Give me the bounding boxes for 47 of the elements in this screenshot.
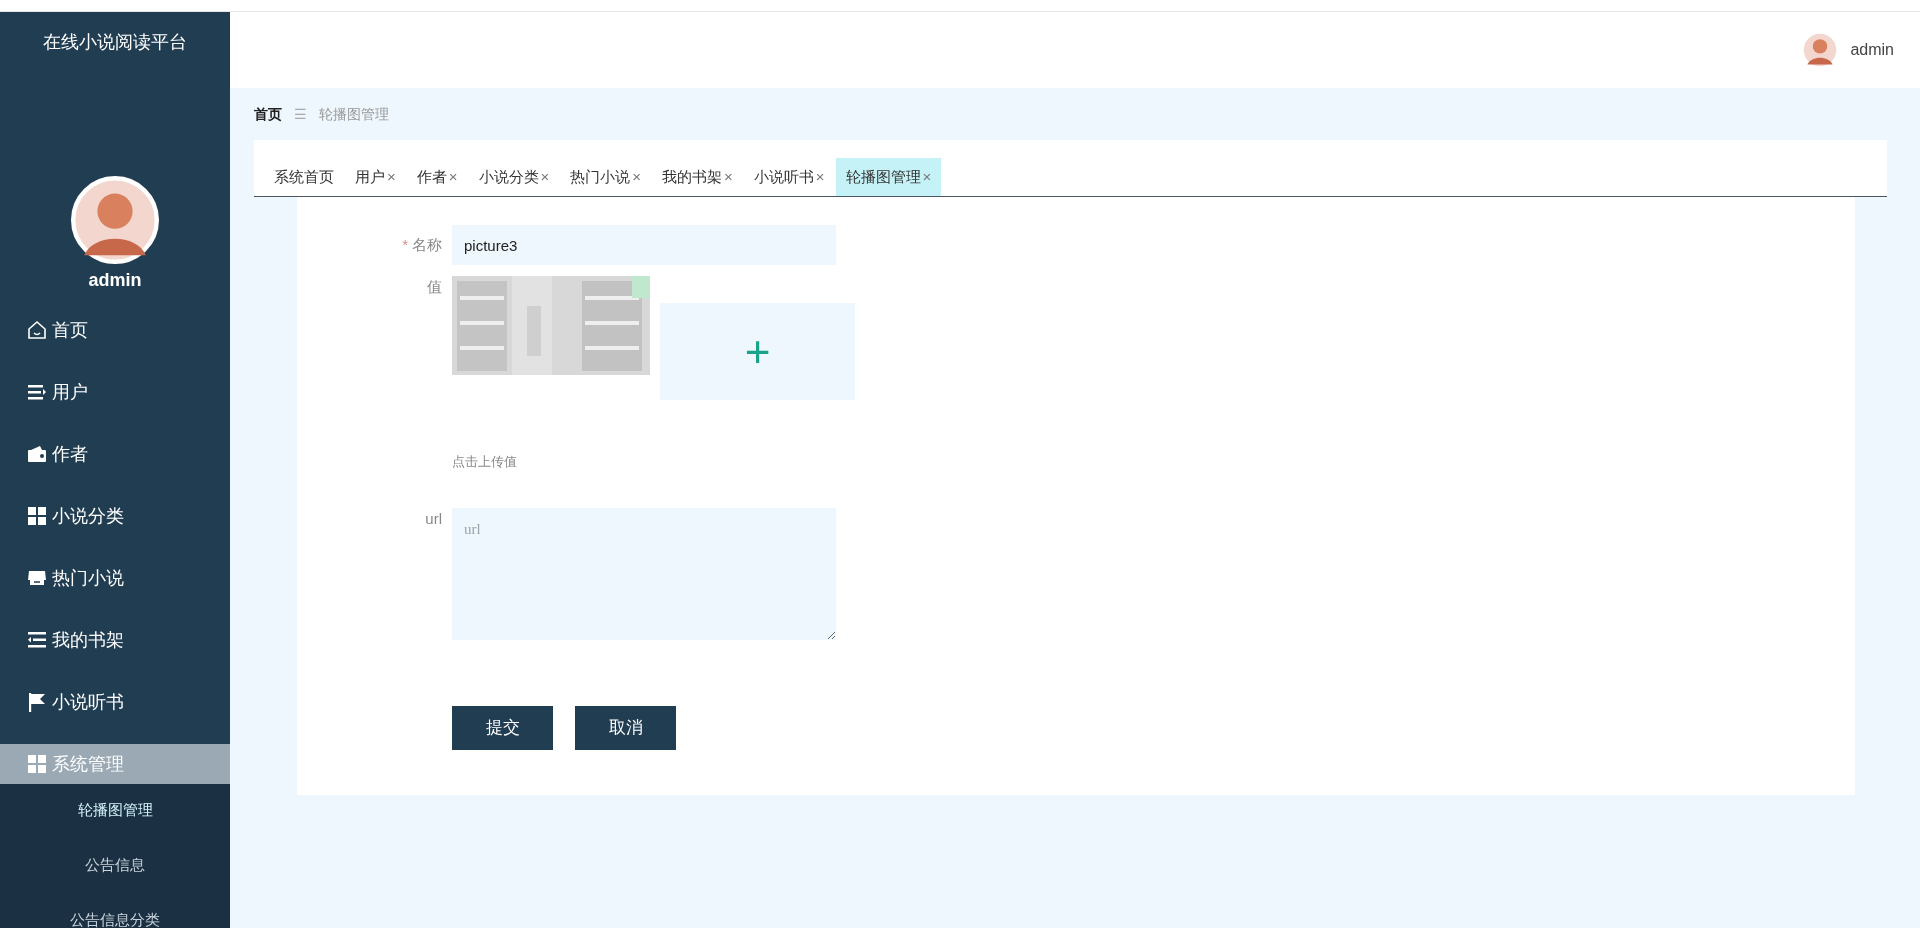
sidebar-item[interactable]: 小说听书 <box>0 682 230 722</box>
close-icon[interactable]: × <box>448 165 458 189</box>
sidebar-item[interactable]: 用户 <box>0 372 230 412</box>
tab[interactable]: 小说听书× <box>743 158 835 196</box>
field-label: 值 <box>427 278 442 295</box>
name-field[interactable]: picture3 <box>452 225 836 265</box>
field-label: url <box>425 509 442 527</box>
form-button[interactable]: 提交 <box>452 705 553 750</box>
close-icon[interactable]: × <box>724 165 733 189</box>
tab[interactable]: 轮播图管理× <box>835 158 942 196</box>
flag-icon <box>26 691 48 713</box>
breadcrumb-item: 轮播图管理 <box>319 104 389 124</box>
close-icon[interactable]: × <box>632 165 642 189</box>
tab[interactable]: 系统首页 <box>264 158 344 196</box>
app-title: 在线小说阅读平台 <box>42 30 188 54</box>
upload-hint: 点击上传值 <box>452 453 518 471</box>
close-icon[interactable]: × <box>922 165 932 189</box>
submenu-item[interactable]: 公告信息分类 <box>0 902 230 928</box>
sidebar-item[interactable]: 热门小说 <box>0 558 230 598</box>
submenu-item[interactable]: 轮播图管理 <box>0 792 230 847</box>
grid-icon <box>26 505 48 527</box>
url-field[interactable]: url <box>452 507 836 640</box>
close-icon[interactable]: × <box>815 165 825 189</box>
avatar <box>1802 32 1839 68</box>
user-name: admin <box>1850 40 1894 60</box>
breadcrumb-item[interactable]: 首页 <box>254 103 282 125</box>
home-icon <box>26 319 48 341</box>
grid-icon <box>26 753 48 775</box>
form-button[interactable]: 取消 <box>575 705 676 750</box>
required-mark: * <box>402 235 408 253</box>
wallet-icon <box>26 443 48 465</box>
tab[interactable]: 热门小说× <box>560 158 652 196</box>
sidebar-item[interactable]: 作者 <box>0 434 230 474</box>
tab[interactable]: 小说分类× <box>468 158 560 196</box>
sidebar-item[interactable]: 小说分类 <box>0 496 230 536</box>
separator-icon: ☰ <box>294 103 307 125</box>
submenu-item[interactable]: 公告信息 <box>0 847 230 902</box>
sidebar-item[interactable]: 首页 <box>0 310 230 350</box>
field-label: 名称 <box>412 235 442 253</box>
tab[interactable]: 作者× <box>406 158 468 196</box>
indent-icon <box>26 629 48 651</box>
tab[interactable]: 用户× <box>345 158 406 196</box>
user-name: admin <box>87 269 143 292</box>
sidebar-item[interactable]: 我的书架 <box>0 620 230 660</box>
close-icon[interactable]: × <box>540 165 550 189</box>
close-icon[interactable]: × <box>387 165 396 189</box>
tab[interactable]: 我的书架× <box>652 158 743 196</box>
